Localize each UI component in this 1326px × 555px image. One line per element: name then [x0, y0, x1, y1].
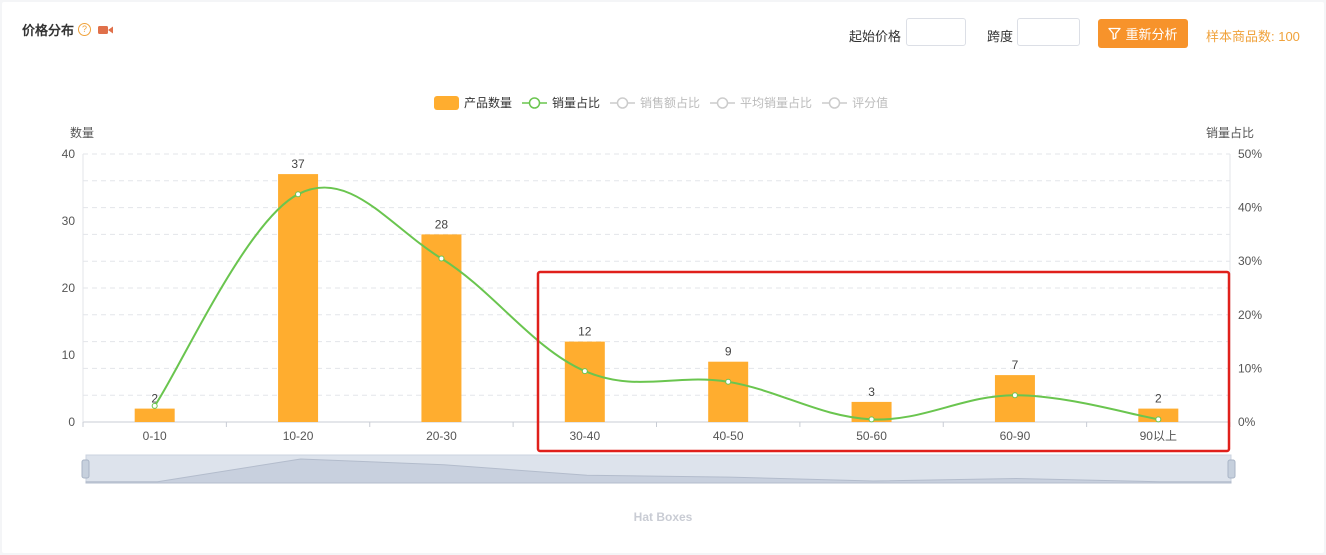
reanalyze-button[interactable]: 重新分析	[1098, 19, 1188, 48]
legend-item[interactable]: 平均销量占比	[710, 94, 812, 111]
price-distribution-panel	[2, 2, 1324, 553]
start-price-input[interactable]	[906, 18, 966, 46]
sample-count: 样本商品数: 100	[1206, 29, 1300, 44]
legend-label: 销售额占比	[640, 96, 701, 110]
filter-icon	[1108, 27, 1122, 40]
legend-symbol	[610, 96, 636, 109]
panel-title-text: 价格分布	[22, 23, 75, 38]
legend-label: 销量占比	[552, 96, 601, 110]
reanalyze-label: 重新分析	[1125, 27, 1178, 42]
panel-title: 价格分布 ?	[22, 20, 114, 39]
legend-item[interactable]: 评分值	[822, 94, 888, 111]
span-input[interactable]	[1017, 18, 1080, 46]
legend-symbol	[710, 96, 736, 109]
legend-item[interactable]: 销售额占比	[610, 94, 700, 111]
legend-item[interactable]: 产品数量	[434, 94, 512, 111]
legend-symbol	[522, 96, 548, 109]
legend-symbol	[434, 95, 459, 110]
legend-label: 产品数量	[464, 96, 513, 110]
video-icon[interactable]	[98, 25, 114, 35]
legend-label: 评分值	[852, 96, 889, 110]
chart-title: Hat Boxes	[633, 510, 693, 524]
help-icon[interactable]: ?	[78, 23, 92, 36]
legend-symbol	[822, 96, 848, 109]
span-label: 跨度	[987, 29, 1014, 44]
legend-item[interactable]: 销量占比	[522, 94, 600, 111]
start-price-label: 起始价格	[849, 29, 902, 44]
legend-label: 平均销量占比	[740, 96, 813, 110]
chart-legend: 产品数量 销量占比 销售额占比 平均销量占比 评分值	[434, 94, 888, 111]
